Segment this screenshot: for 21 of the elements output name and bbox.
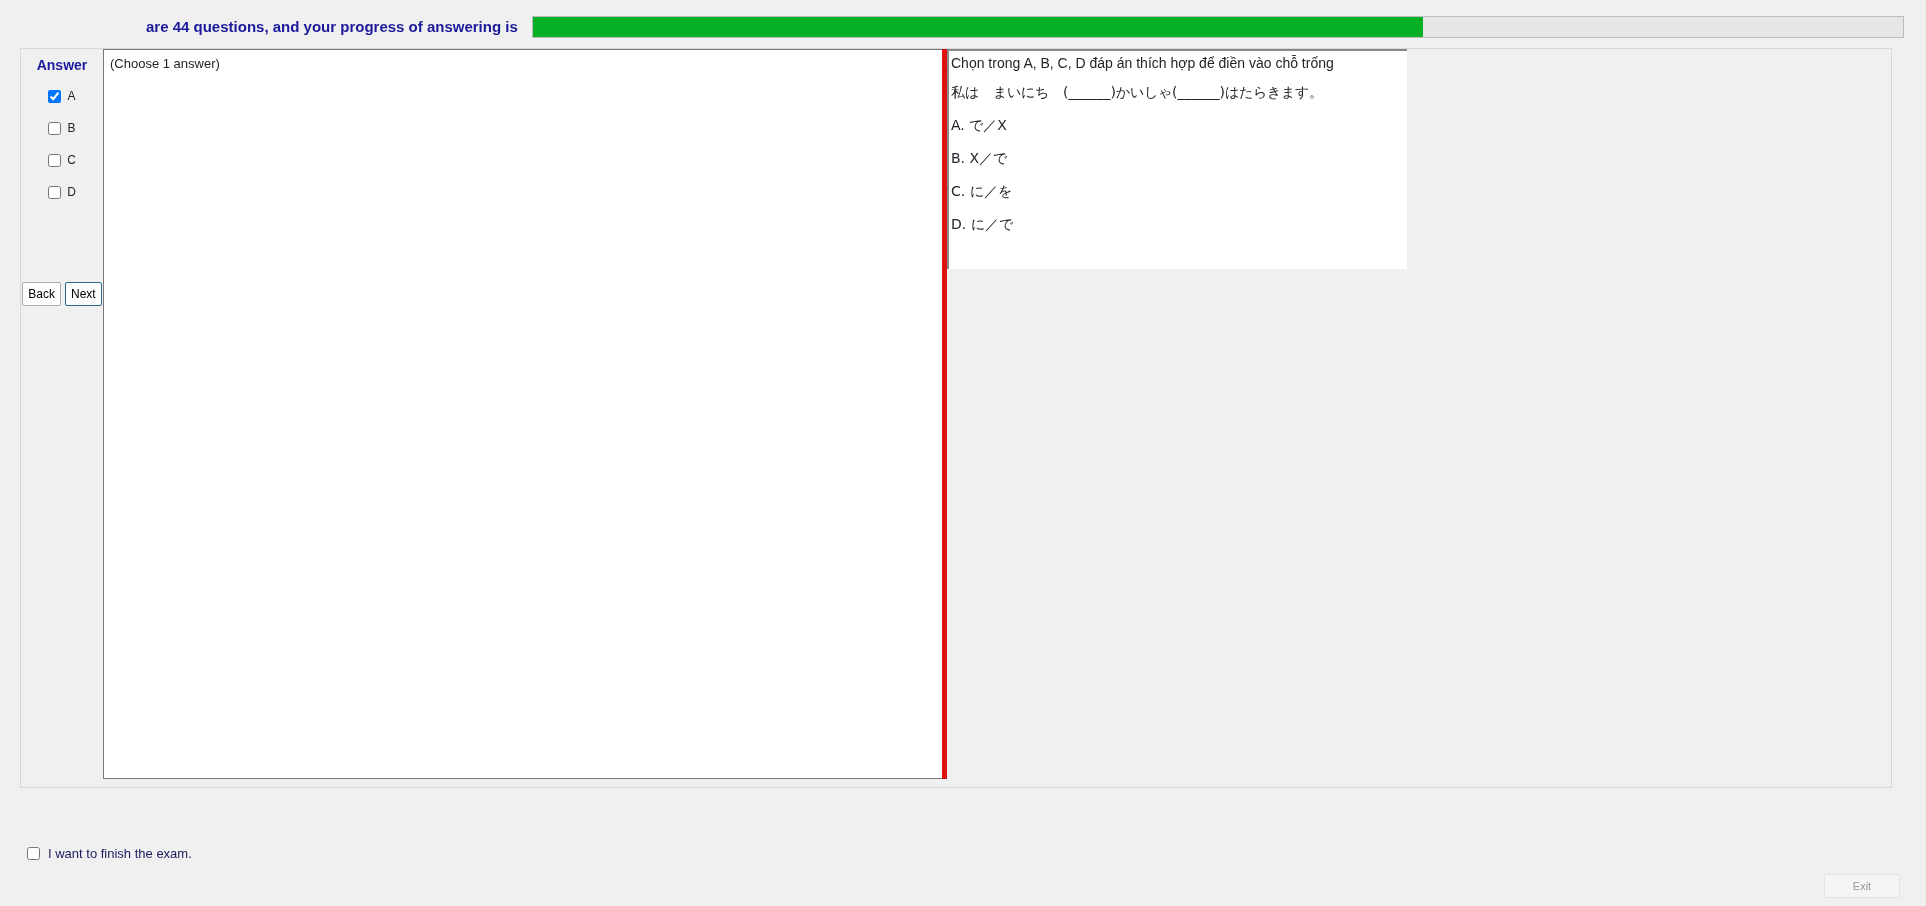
answer-checkbox[interactable]	[48, 89, 62, 103]
finish-label: I want to finish the exam.	[48, 845, 192, 863]
answer-checkbox[interactable]	[48, 153, 62, 167]
question-text: C. に／を	[951, 182, 1013, 201]
answer-title: Answer	[36, 56, 88, 75]
question-text: B. X／で	[951, 149, 1009, 168]
option-label: D	[67, 184, 76, 201]
option-label: B	[67, 120, 76, 137]
question-text: 私は まいにち (______)かいしゃ(______)はたらきます。	[951, 83, 1324, 102]
instruction-text: (Choose 1 answer)	[110, 55, 221, 73]
answer-checkbox[interactable]	[48, 185, 62, 199]
question-text: D. に／で	[951, 215, 1014, 234]
nav-button[interactable]: Back	[22, 282, 61, 306]
nav-button[interactable]: Next	[65, 282, 102, 306]
answer-checkbox[interactable]	[48, 121, 62, 135]
progress-text: are 44 questions, and your progress of answering is	[146, 16, 518, 37]
question-text: Chọn trong A, B, C, D đáp án thích hợp để điền vào chỗ trống	[951, 54, 1335, 73]
finish-checkbox[interactable]	[27, 847, 40, 861]
option-label: A	[67, 88, 76, 105]
option-label: C	[67, 152, 76, 169]
question-text: A. で／X	[951, 116, 1008, 135]
